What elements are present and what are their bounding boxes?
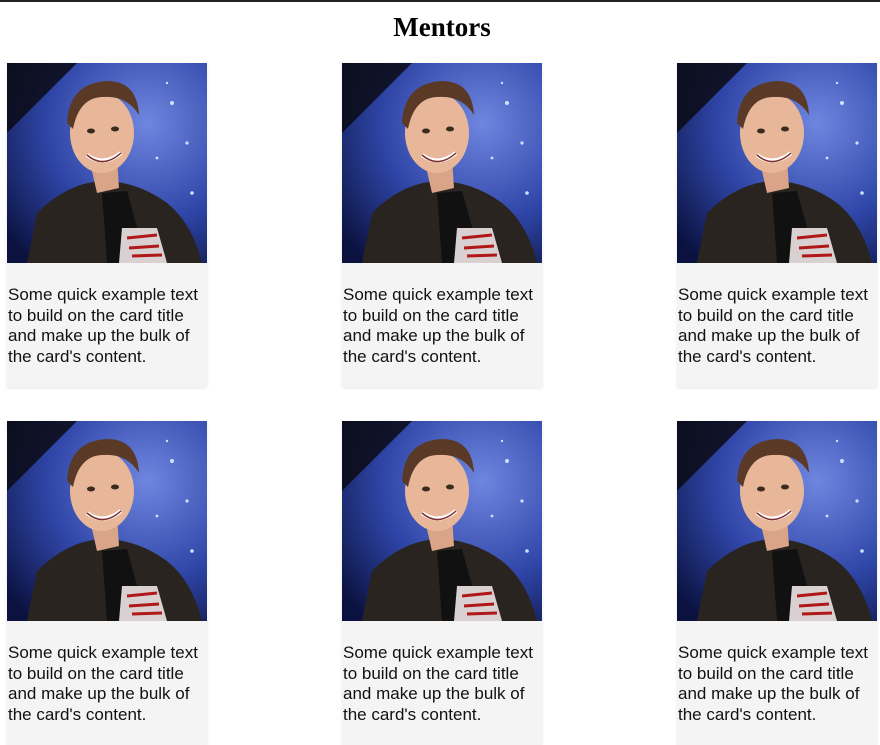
mentor-card[interactable]: Some quick example text to build on the … (7, 421, 207, 745)
mentor-photo (342, 421, 542, 621)
mentor-card[interactable]: Some quick example text to build on the … (342, 63, 542, 387)
top-border (0, 0, 880, 2)
mentor-photo (7, 421, 207, 621)
mentor-card[interactable]: Some quick example text to build on the … (677, 421, 877, 745)
mentor-card[interactable]: Some quick example text to build on the … (7, 63, 207, 387)
mentor-card[interactable]: Some quick example text to build on the … (677, 63, 877, 387)
mentor-card[interactable]: Some quick example text to build on the … (342, 421, 542, 745)
mentor-photo (342, 63, 542, 263)
mentor-photo (7, 63, 207, 263)
card-text: Some quick example text to build on the … (343, 285, 533, 366)
card-text: Some quick example text to build on the … (678, 285, 868, 366)
mentor-photo (677, 421, 877, 621)
page-title: Mentors (393, 12, 491, 42)
card-text: Some quick example text to build on the … (678, 643, 868, 724)
card-text: Some quick example text to build on the … (343, 643, 533, 724)
card-text: Some quick example text to build on the … (8, 285, 198, 366)
mentor-photo (677, 63, 877, 263)
card-text: Some quick example text to build on the … (8, 643, 198, 724)
